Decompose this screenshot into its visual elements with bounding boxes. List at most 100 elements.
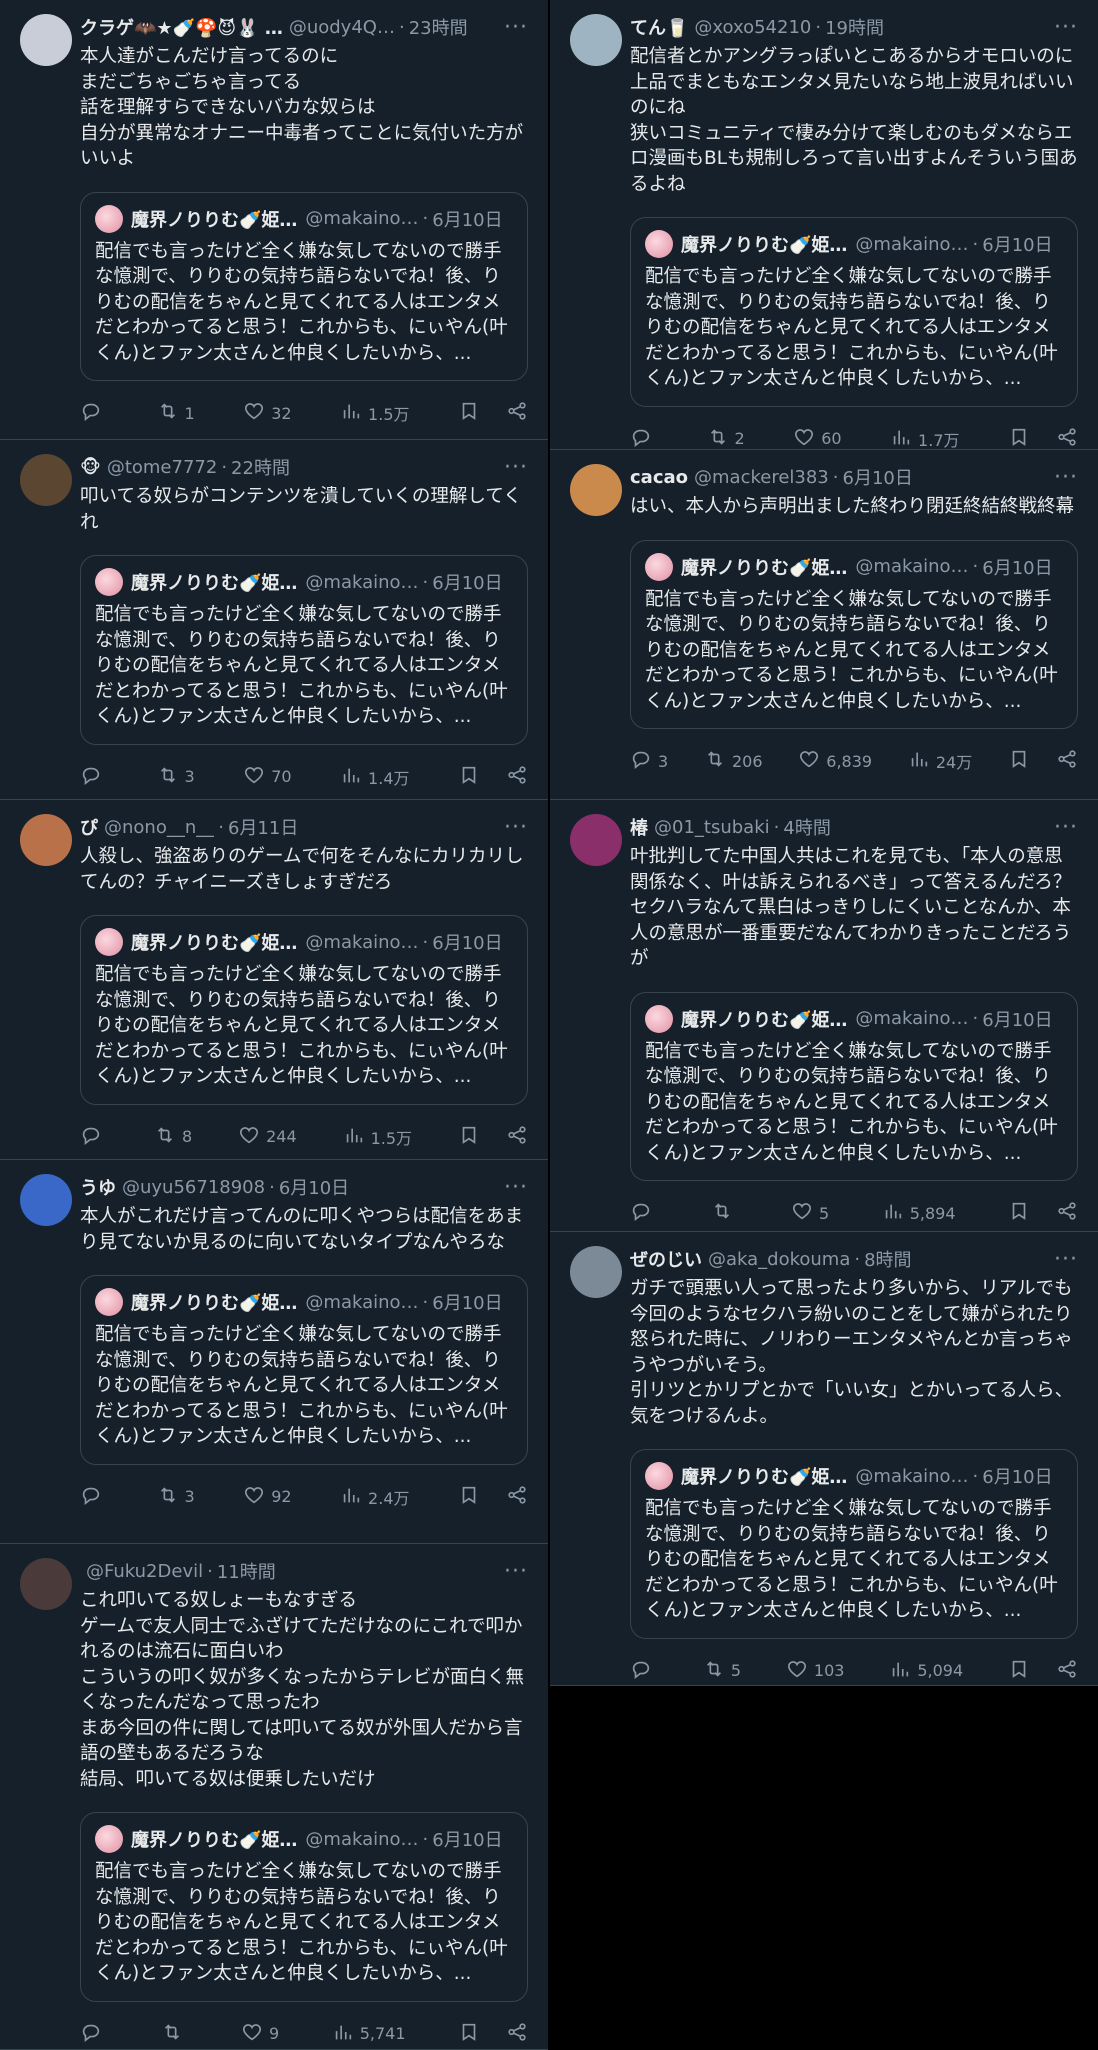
quoted-tweet[interactable]: 魔界ノりりむ🍼姫…@makaino…·6月10日配信でも言ったけど全く嫌な気して… (80, 1275, 528, 1465)
user-handle[interactable]: @01_tsubaki (654, 817, 770, 838)
user-name[interactable]: ぜのじい (630, 1246, 702, 1272)
retweet-button[interactable] (711, 1200, 739, 1226)
tweet[interactable]: ぴ@nono__n__·6月11日···人殺し、強盗ありのゲームで何をそんなにカ… (0, 800, 548, 1160)
views-button[interactable]: 1.7万 (890, 426, 959, 451)
avatar[interactable] (20, 814, 72, 866)
more-options-icon[interactable]: ··· (1054, 465, 1078, 490)
share-button[interactable] (506, 1124, 528, 1150)
more-options-icon[interactable]: ··· (504, 455, 528, 480)
share-button[interactable] (506, 1484, 528, 1510)
more-options-icon[interactable]: ··· (1054, 815, 1078, 840)
avatar[interactable] (20, 14, 72, 66)
bookmark-button[interactable] (1008, 748, 1030, 774)
bookmark-button[interactable] (458, 764, 480, 790)
retweet-button[interactable]: 3 (157, 1484, 195, 1510)
bookmark-button[interactable] (458, 400, 480, 426)
share-button[interactable] (506, 400, 528, 426)
avatar[interactable] (570, 1246, 622, 1298)
reply-button[interactable] (630, 1658, 658, 1684)
tweet-time[interactable]: 8時間 (864, 1246, 911, 1272)
views-button[interactable]: 5,741 (332, 2021, 406, 2047)
user-handle[interactable]: @tome7772 (107, 457, 218, 478)
user-handle[interactable]: @aka_dokouma (708, 1249, 850, 1270)
quoted-tweet[interactable]: 魔界ノりりむ🍼姫…@makaino…·6月10日配信でも言ったけど全く嫌な気して… (80, 192, 528, 382)
views-button[interactable]: 5,894 (882, 1200, 956, 1226)
like-button[interactable]: 70 (243, 764, 291, 790)
user-handle[interactable]: @xoxo54210 (694, 17, 811, 38)
user-name[interactable]: うゆ (80, 1174, 116, 1200)
tweet[interactable]: 🐵@tome7772·22時間···叩いてる奴らがコンテンツを潰していくの理解し… (0, 440, 548, 800)
more-options-icon[interactable]: ··· (504, 15, 528, 40)
views-button[interactable]: 1.4万 (340, 764, 409, 790)
tweet[interactable]: cacao@mackerel383·6月10日···はい、本人から声明出ました終… (550, 450, 1098, 800)
avatar[interactable] (20, 1174, 72, 1226)
more-options-icon[interactable]: ··· (504, 1559, 528, 1584)
like-button[interactable]: 6,839 (798, 748, 872, 774)
avatar[interactable] (20, 1558, 72, 1610)
tweet-time[interactable]: 19時間 (825, 14, 884, 40)
quoted-tweet[interactable]: 魔界ノりりむ🍼姫…@makaino…·6月10日配信でも言ったけど全く嫌な気して… (80, 915, 528, 1105)
avatar[interactable] (570, 814, 622, 866)
like-button[interactable]: 103 (786, 1658, 845, 1684)
share-button[interactable] (1056, 748, 1078, 774)
tweet-time[interactable]: 6月10日 (843, 464, 913, 490)
user-handle[interactable]: @uyu56718908 (122, 1177, 265, 1198)
like-button[interactable]: 5 (791, 1200, 829, 1226)
more-options-icon[interactable]: ··· (504, 1175, 528, 1200)
share-button[interactable] (506, 2021, 528, 2047)
views-button[interactable]: 5,094 (889, 1658, 963, 1684)
tweet[interactable]: うゆ@uyu56718908·6月10日···本人がこれだけ言ってんのに叩くやつ… (0, 1160, 548, 1544)
tweet-time[interactable]: 22時間 (231, 454, 290, 480)
tweet[interactable]: ぜのじい@aka_dokouma·8時間···ガチで頭悪い人って思ったより多いか… (550, 1232, 1098, 1686)
views-button[interactable]: 24万 (908, 748, 972, 774)
avatar[interactable] (20, 454, 72, 506)
tweet[interactable]: @Fuku2Devil·11時間···これ叩いてる奴しょーもなすぎる ゲームで友… (0, 1544, 548, 2050)
share-button[interactable] (506, 764, 528, 790)
like-button[interactable]: 32 (243, 400, 291, 426)
retweet-button[interactable]: 206 (704, 748, 763, 774)
share-button[interactable] (1056, 1658, 1078, 1684)
retweet-button[interactable]: 5 (703, 1658, 741, 1684)
user-handle[interactable]: @nono__n__ (104, 817, 214, 838)
quoted-tweet[interactable]: 魔界ノりりむ🍼姫…@makaino…·6月10日配信でも言ったけど全く嫌な気して… (630, 217, 1078, 407)
tweet-time[interactable]: 6月10日 (279, 1174, 349, 1200)
quoted-tweet[interactable]: 魔界ノりりむ🍼姫…@makaino…·6月10日配信でも言ったけど全く嫌な気して… (80, 555, 528, 745)
reply-button[interactable] (80, 1484, 108, 1510)
bookmark-button[interactable] (458, 1124, 480, 1150)
share-button[interactable] (1056, 426, 1078, 451)
user-name[interactable]: てん🥛 (630, 14, 688, 40)
user-name[interactable]: 椿 (630, 814, 648, 840)
reply-button[interactable] (80, 400, 108, 426)
tweet[interactable]: 椿@01_tsubaki·4時間···叶批判してた中国人共はこれを見ても、「本人… (550, 800, 1098, 1232)
user-handle[interactable]: @mackerel383 (694, 467, 829, 488)
more-options-icon[interactable]: ··· (504, 815, 528, 840)
user-handle[interactable]: @Fuku2Devil (86, 1561, 203, 1582)
reply-button[interactable] (630, 426, 658, 451)
quoted-tweet[interactable]: 魔界ノりりむ🍼姫…@makaino…·6月10日配信でも言ったけど全く嫌な気して… (80, 1812, 528, 2002)
bookmark-button[interactable] (458, 1484, 480, 1510)
bookmark-button[interactable] (1008, 1658, 1030, 1684)
reply-button[interactable] (80, 764, 108, 790)
user-name[interactable]: cacao (630, 467, 688, 488)
like-button[interactable]: 9 (241, 2021, 279, 2047)
tweet[interactable]: てん🥛@xoxo54210·19時間···配信者とかアングラっぽいとこあるからオ… (550, 0, 1098, 450)
retweet-button[interactable]: 2 (707, 426, 745, 451)
like-button[interactable]: 92 (243, 1484, 291, 1510)
views-button[interactable]: 2.4万 (340, 1484, 409, 1510)
share-button[interactable] (1056, 1200, 1078, 1226)
tweet-time[interactable]: 6月11日 (228, 814, 298, 840)
retweet-button[interactable]: 8 (154, 1124, 192, 1150)
like-button[interactable]: 60 (793, 426, 841, 451)
reply-button[interactable] (80, 2021, 108, 2047)
retweet-button[interactable]: 1 (157, 400, 195, 426)
user-name[interactable]: クラゲ🦇★🍼🍄😈🐰 … (80, 14, 283, 40)
user-name[interactable]: ぴ (80, 814, 98, 840)
more-options-icon[interactable]: ··· (1054, 15, 1078, 40)
quoted-tweet[interactable]: 魔界ノりりむ🍼姫…@makaino…·6月10日配信でも言ったけど全く嫌な気して… (630, 540, 1078, 730)
tweet-time[interactable]: 11時間 (217, 1558, 276, 1584)
bookmark-button[interactable] (1008, 426, 1030, 451)
quoted-tweet[interactable]: 魔界ノりりむ🍼姫…@makaino…·6月10日配信でも言ったけど全く嫌な気して… (630, 992, 1078, 1182)
views-button[interactable]: 1.5万 (340, 400, 409, 426)
views-button[interactable]: 1.5万 (343, 1124, 412, 1150)
avatar[interactable] (570, 14, 622, 66)
